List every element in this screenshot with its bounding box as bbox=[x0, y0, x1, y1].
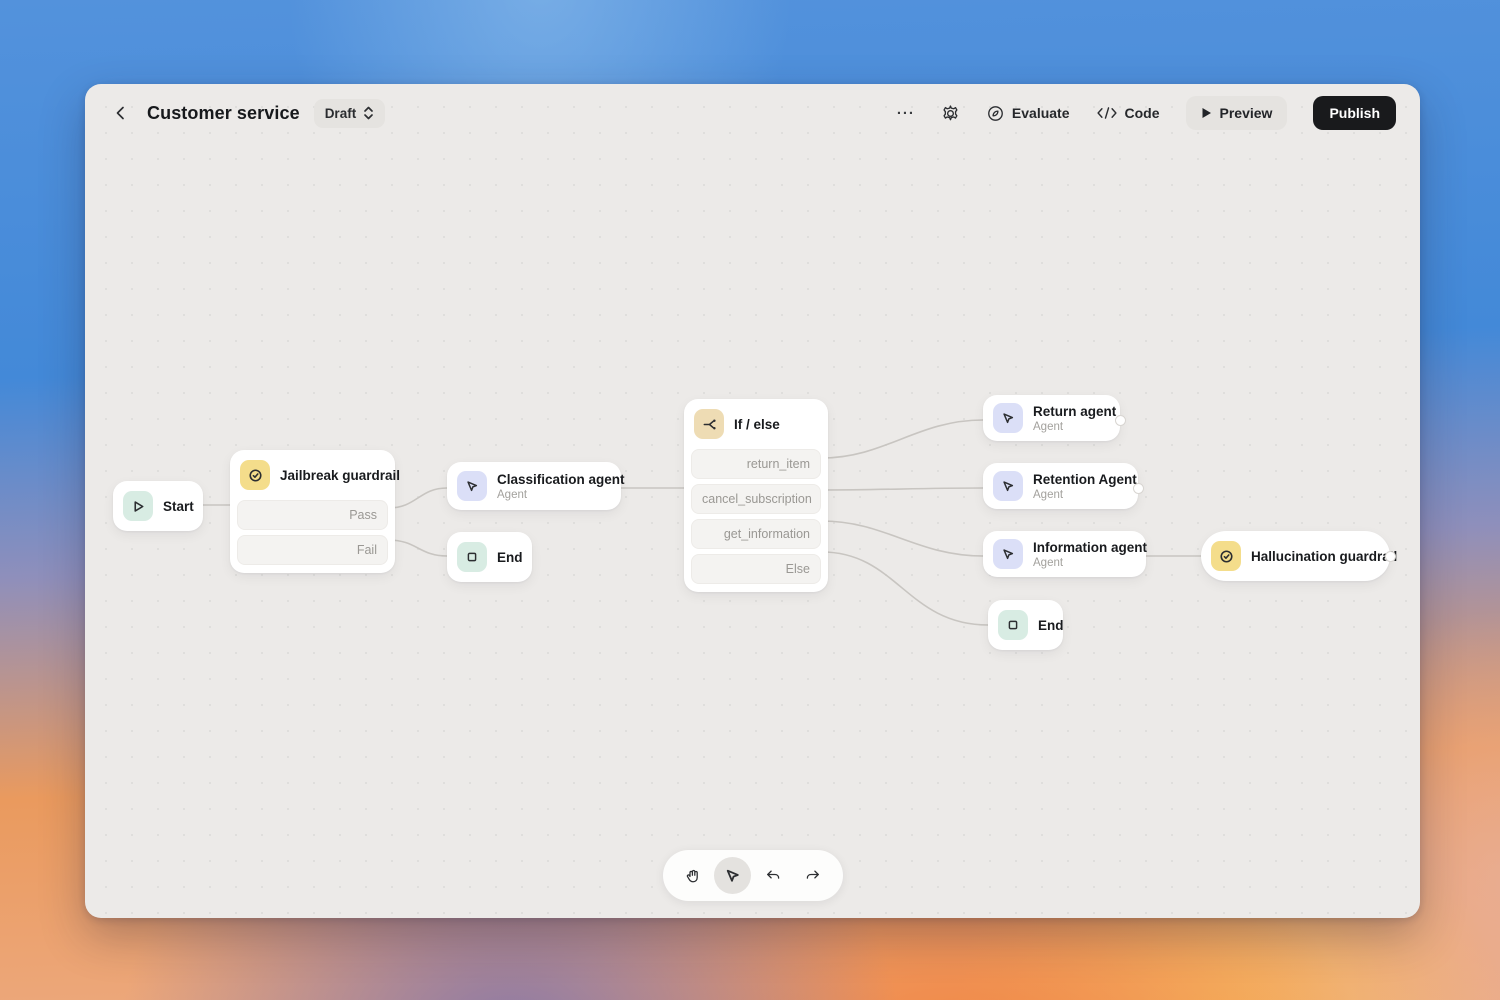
node-subtitle: Agent bbox=[1033, 420, 1064, 433]
chevron-updown-icon bbox=[364, 106, 374, 120]
branch-pass[interactable]: Pass bbox=[237, 500, 388, 530]
canvas-toolbar bbox=[662, 850, 843, 901]
preview-button[interactable]: Preview bbox=[1185, 96, 1288, 130]
agent-cursor-icon bbox=[993, 471, 1023, 501]
status-label: Draft bbox=[324, 105, 357, 121]
node-jailbreak-guardrail[interactable]: Jailbreak guardrail Pass Fail bbox=[230, 450, 400, 573]
node-subtitle: Agent bbox=[1033, 556, 1064, 569]
branch-get-information[interactable]: get_information bbox=[691, 519, 821, 549]
node-title: Return agent bbox=[1033, 403, 1117, 419]
node-title: Hallucination guardrail bbox=[1251, 548, 1398, 564]
settings-button[interactable] bbox=[941, 104, 960, 123]
node-title: Retention Agent bbox=[1033, 471, 1137, 487]
more-menu-button[interactable]: ··· bbox=[897, 105, 915, 122]
branch-split-icon bbox=[694, 409, 724, 439]
back-button[interactable] bbox=[109, 101, 133, 125]
code-icon bbox=[1096, 107, 1117, 119]
branch-return-item[interactable]: return_item bbox=[691, 449, 821, 479]
agent-cursor-icon bbox=[993, 403, 1023, 433]
node-title: Classification agent bbox=[497, 471, 625, 487]
evaluate-label: Evaluate bbox=[1011, 105, 1070, 121]
node-end-2[interactable]: End bbox=[988, 600, 1064, 650]
undo-icon bbox=[766, 869, 779, 879]
workflow-title: Customer service bbox=[147, 102, 300, 123]
start-play-icon bbox=[123, 491, 153, 521]
connection-handle[interactable] bbox=[1385, 551, 1396, 562]
agent-cursor-icon bbox=[993, 539, 1023, 569]
redo-button[interactable] bbox=[794, 857, 831, 894]
connection-handle[interactable] bbox=[1115, 415, 1126, 426]
node-if-else[interactable]: If / else return_item cancel_subscriptio… bbox=[684, 399, 828, 592]
agent-cursor-icon bbox=[457, 471, 487, 501]
node-information-agent[interactable]: Information agent Agent bbox=[983, 531, 1147, 577]
end-stop-icon bbox=[457, 542, 487, 572]
preview-label: Preview bbox=[1219, 105, 1273, 121]
node-title: Start bbox=[163, 498, 194, 514]
node-subtitle: Agent bbox=[1033, 488, 1064, 501]
node-title: Information agent bbox=[1033, 539, 1147, 555]
app-window: Customer service Draft ··· Evaluate Code… bbox=[85, 84, 1420, 918]
end-stop-icon bbox=[998, 610, 1028, 640]
top-bar: Customer service Draft ··· Evaluate Code… bbox=[85, 84, 1420, 142]
branch-cancel-subscription[interactable]: cancel_subscription bbox=[691, 484, 821, 514]
code-label: Code bbox=[1124, 105, 1160, 121]
node-title: Jailbreak guardrail bbox=[280, 467, 401, 483]
publish-button[interactable]: Publish bbox=[1313, 96, 1396, 130]
node-title: End bbox=[497, 549, 523, 565]
gear-icon bbox=[943, 104, 958, 120]
node-hallucination-guardrail[interactable]: Hallucination guardrail bbox=[1201, 531, 1397, 581]
undo-button[interactable] bbox=[754, 857, 791, 894]
evaluate-icon bbox=[988, 105, 1003, 121]
node-return-agent[interactable]: Return agent Agent bbox=[983, 395, 1120, 441]
branch-else[interactable]: Else bbox=[691, 554, 821, 584]
node-title: End bbox=[1038, 617, 1064, 633]
connection-handle[interactable] bbox=[1133, 483, 1144, 494]
node-end-1[interactable]: End bbox=[447, 532, 532, 582]
cursor-icon bbox=[726, 869, 739, 882]
node-title: If / else bbox=[734, 416, 780, 432]
redo-icon bbox=[806, 869, 819, 879]
play-icon bbox=[1202, 108, 1211, 118]
select-tool-button[interactable] bbox=[714, 857, 751, 894]
hand-icon bbox=[686, 869, 698, 882]
branch-fail[interactable]: Fail bbox=[237, 535, 388, 565]
guardrail-shield-icon bbox=[1211, 541, 1241, 571]
evaluate-button[interactable]: Evaluate bbox=[986, 104, 1070, 123]
node-retention-agent[interactable]: Retention Agent Agent bbox=[983, 463, 1138, 509]
publish-label: Publish bbox=[1329, 105, 1380, 121]
guardrail-shield-icon bbox=[240, 460, 270, 490]
pan-tool-button[interactable] bbox=[674, 857, 711, 894]
node-start[interactable]: Start bbox=[113, 481, 203, 531]
node-subtitle: Agent bbox=[497, 488, 528, 501]
status-dropdown[interactable]: Draft bbox=[313, 98, 386, 128]
node-classification-agent[interactable]: Classification agent Agent bbox=[447, 462, 625, 510]
more-label: ··· bbox=[896, 104, 915, 122]
code-button[interactable]: Code bbox=[1096, 105, 1160, 121]
